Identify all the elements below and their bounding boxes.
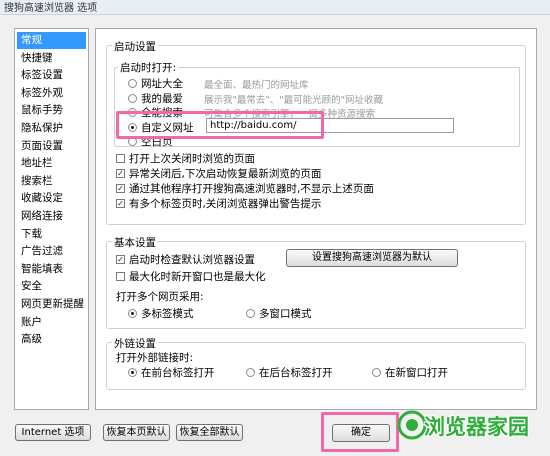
sidebar-item[interactable]: 地址栏 bbox=[17, 155, 86, 172]
sidebar-item[interactable]: 隐私保护 bbox=[17, 120, 86, 137]
radio-foreground-tab[interactable] bbox=[128, 368, 137, 377]
settings-panel: 启动设置 启动时打开: 网址大全 最全面、最热门的网址库 我的最爱 展示我"最常… bbox=[95, 28, 537, 410]
option-homepage-nav-label: 网址大全 bbox=[141, 78, 183, 90]
sidebar-item[interactable]: 常规 bbox=[17, 32, 86, 49]
startup-open-title: 启动时打开: bbox=[118, 60, 179, 75]
checkbox-restore-last-label: 打开上次关闭时浏览的页面 bbox=[129, 153, 255, 165]
radio-multi-tab[interactable] bbox=[128, 309, 137, 318]
checkbox-crash-restore[interactable]: ✓ bbox=[116, 169, 125, 178]
title-bar: 搜狗高速浏览器 选项 bbox=[0, 0, 550, 15]
sidebar-item[interactable]: 页面设置 bbox=[17, 138, 86, 155]
sidebar-item[interactable]: 快捷键 bbox=[17, 50, 86, 67]
set-default-browser-button[interactable]: 设置搜狗高速浏览器为默认 bbox=[286, 249, 458, 267]
option-favorites-label: 我的最爱 bbox=[141, 93, 183, 105]
restore-all-default-button[interactable]: 恢复全部默认 bbox=[176, 424, 243, 441]
sidebar: 常规 快捷键 标签设置 标签外观 鼠标手势 隐私保护 页面设置 地址栏 搜索栏 收藏设定 网络连接下… bbox=[14, 28, 89, 410]
radio-multi-window[interactable] bbox=[246, 309, 255, 318]
sidebar-item[interactable]: 高级 bbox=[17, 331, 86, 348]
radio-favorites[interactable] bbox=[128, 94, 137, 103]
window-title: 搜狗高速浏览器 选项 bbox=[4, 3, 98, 14]
startup-group-title: 启动设置 bbox=[112, 39, 158, 54]
sidebar-item[interactable]: 安全 bbox=[17, 278, 86, 295]
sidebar-item[interactable]: 网页更新提醒 bbox=[17, 296, 86, 313]
sidebar-item[interactable]: 广告过滤 bbox=[17, 243, 86, 260]
radio-multi-tab-label: 多标签模式 bbox=[141, 308, 194, 320]
internet-options-button[interactable]: Internet 选项 bbox=[15, 424, 91, 441]
radio-new-window-label: 在新窗口打开 bbox=[385, 367, 448, 379]
option-favorites-desc: 展示我"最常去"、"最可能光顾的"网址收藏 bbox=[204, 95, 383, 106]
multi-open-label: 打开多个网页采用: bbox=[116, 291, 204, 303]
sidebar-item[interactable]: 搜索栏 bbox=[17, 173, 86, 190]
sidebar-item[interactable]: 标签外观 bbox=[17, 85, 86, 102]
watermark-logo-icon bbox=[397, 410, 427, 440]
sidebar-item[interactable]: 鼠标手势 bbox=[17, 102, 86, 119]
checkbox-close-warning[interactable]: ✓ bbox=[116, 199, 125, 208]
checkbox-maximize[interactable] bbox=[116, 272, 125, 281]
radio-background-tab-label: 在后台标签打开 bbox=[259, 367, 333, 379]
radio-multi-window-label: 多窗口模式 bbox=[259, 308, 312, 320]
sidebar-item[interactable]: 收藏设定 bbox=[17, 190, 86, 207]
option-homepage-nav-desc: 最全面、最热门的网址库 bbox=[204, 80, 309, 91]
ok-button[interactable]: 确定 bbox=[332, 424, 390, 442]
watermark-text: 浏览器家园 bbox=[424, 415, 529, 439]
highlight-box-custom-url bbox=[116, 111, 324, 139]
checkbox-close-warning-label: 有多个标签页时,关闭浏览器弹出警告提示 bbox=[129, 198, 322, 210]
radio-foreground-tab-label: 在前台标签打开 bbox=[141, 367, 215, 379]
sidebar-item[interactable]: 标签设置 bbox=[17, 67, 86, 84]
checkbox-restore-last[interactable] bbox=[116, 154, 125, 163]
radio-background-tab[interactable] bbox=[246, 368, 255, 377]
checkbox-hide-on-external-label: 通过其他程序打开搜狗高速浏览器时,不显示上述页面 bbox=[129, 183, 374, 195]
checkbox-hide-on-external[interactable]: ✓ bbox=[116, 184, 125, 193]
sidebar-item[interactable]: 智能填表 bbox=[17, 261, 86, 278]
external-link-group-title: 外链设置 bbox=[112, 336, 158, 351]
checkbox-crash-restore-label: 异常关闭后,下次启动恢复最新浏览的页面 bbox=[129, 168, 322, 180]
checkbox-maximize-label: 最大化时新开窗口也是最大化 bbox=[129, 271, 266, 283]
radio-homepage-nav[interactable] bbox=[128, 79, 137, 88]
external-open-label: 打开外部链接时: bbox=[116, 352, 194, 364]
radio-new-window[interactable] bbox=[372, 368, 381, 377]
sidebar-item[interactable]: 网络连接 bbox=[17, 208, 86, 225]
checkbox-check-default[interactable]: ✓ bbox=[116, 255, 125, 264]
checkbox-check-default-label: 启动时检查默认浏览器设置 bbox=[129, 254, 255, 266]
sidebar-item[interactable]: 下载 bbox=[17, 226, 86, 243]
basic-group-title: 基本设置 bbox=[112, 235, 158, 250]
sidebar-item[interactable]: 账户 bbox=[17, 314, 86, 331]
restore-page-default-button[interactable]: 恢复本页默认 bbox=[103, 424, 170, 441]
